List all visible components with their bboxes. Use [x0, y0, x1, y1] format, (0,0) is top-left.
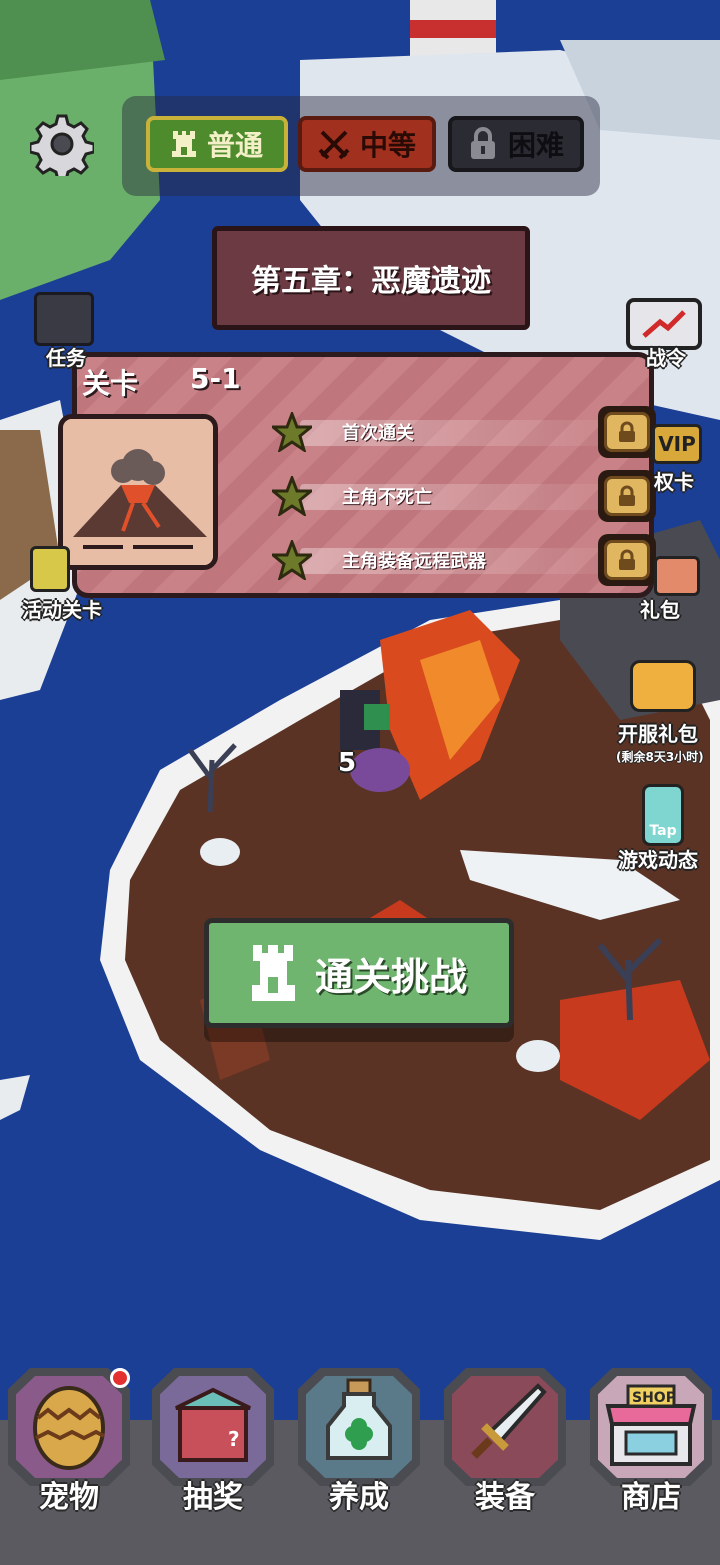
tap-label: Tap [649, 823, 677, 839]
castle-icon [251, 945, 295, 1001]
shop-store-icon: SHOP [605, 1384, 697, 1466]
reward-chest-icon[interactable] [598, 406, 656, 458]
battle-pass-label: 战令 [646, 346, 686, 370]
crossed-swords-icon [318, 130, 350, 160]
task-label: 任务 [46, 346, 86, 370]
event-trophy-icon[interactable] [30, 546, 70, 592]
nav-shop[interactable]: SHOP 商店 [590, 1368, 712, 1515]
nav-pet-label: 宠物 [39, 1480, 99, 1515]
tab-medium[interactable]: 中等 [298, 116, 436, 172]
star-icon [272, 540, 312, 580]
nav-equipment[interactable]: 装备 [444, 1368, 566, 1515]
reward-chest-icon[interactable] [598, 470, 656, 522]
privilege-card-label: 权卡 [654, 470, 694, 494]
clover-bottle-icon [326, 1378, 392, 1460]
gift-label: 礼包 [640, 598, 680, 622]
server-gift-label: 开服礼包 [618, 722, 698, 746]
notification-dot [110, 1368, 130, 1388]
nav-cultivate-label: 养成 [329, 1480, 389, 1515]
goal-row: 主角不死亡 [272, 474, 602, 518]
sword-icon [471, 1383, 547, 1459]
tab-medium-label: 中等 [359, 129, 416, 162]
castle-icon [171, 131, 196, 157]
tab-normal[interactable]: 普通 [146, 116, 288, 172]
challenge-label: 通关挑战 [314, 954, 467, 999]
tab-normal-label: 普通 [206, 129, 263, 162]
server-gift-timer: (剩余8天3小时) [616, 750, 704, 764]
chapter-title: 第五章：恶魔遗迹 [251, 264, 491, 299]
goal-row: 首次通关 [272, 410, 602, 454]
chapter-banner: 第五章：恶魔遗迹 [212, 226, 530, 330]
star-icon [272, 476, 312, 516]
lock-icon [470, 127, 495, 159]
server-gift-character-icon[interactable] [630, 660, 696, 712]
nav-shop-label: 商店 [621, 1480, 681, 1515]
nav-lottery-label: 抽奖 [183, 1480, 243, 1515]
goal-text: 主角不死亡 [342, 487, 432, 508]
game-news-label: 游戏动态 [618, 848, 698, 872]
nav-lottery[interactable]: ? 抽奖 [152, 1368, 274, 1515]
tap-phone-icon[interactable]: Tap [642, 784, 684, 846]
vip-label: VIP [658, 432, 696, 456]
challenge-button[interactable]: 通关挑战 [204, 918, 514, 1028]
settings-gear-icon[interactable] [28, 112, 96, 182]
gift-box-icon[interactable] [654, 556, 700, 596]
nav-pet[interactable]: 宠物 [8, 1368, 130, 1515]
nav-equipment-label: 装备 [475, 1480, 535, 1515]
goal-row: 主角装备远程武器 [272, 538, 602, 582]
volcano-level-image [58, 414, 218, 570]
event-level-label: 活动关卡 [22, 598, 102, 622]
nav-cultivate[interactable]: 养成 [298, 1368, 420, 1515]
task-book-icon[interactable] [34, 292, 94, 346]
level-number: 5-1 [190, 362, 241, 395]
level-label: 关卡 [82, 367, 139, 400]
tab-hard-label: 困难 [507, 129, 564, 162]
shop-sign-text: SHOP [632, 1390, 676, 1406]
reward-chest-icon[interactable] [598, 534, 656, 586]
mystery-box-icon: ? [175, 1387, 251, 1462]
tab-hard[interactable]: 困难 [448, 116, 584, 172]
egg-icon [33, 1386, 105, 1470]
goal-text: 首次通关 [342, 423, 414, 444]
vip-card-icon[interactable]: VIP [652, 424, 702, 464]
player-level: 5 [338, 748, 357, 778]
star-icon [272, 412, 312, 452]
svg-text:?: ? [228, 1427, 240, 1451]
goal-text: 主角装备远程武器 [342, 551, 486, 572]
